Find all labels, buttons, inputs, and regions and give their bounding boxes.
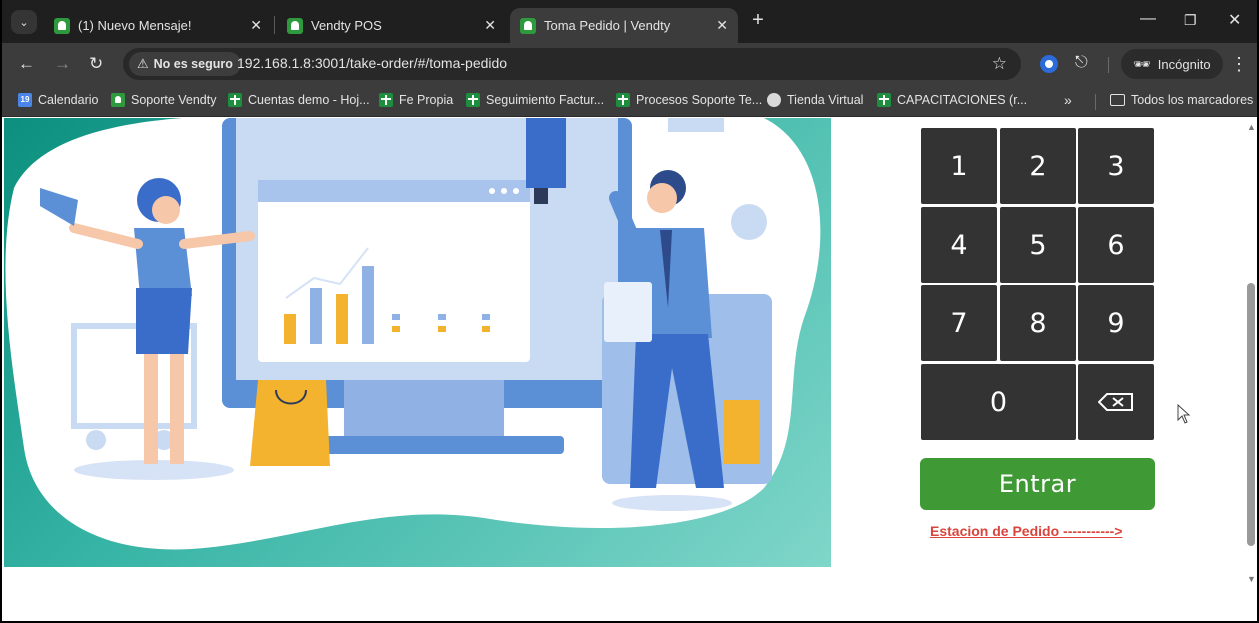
incognito-label: Incógnito <box>1157 56 1211 72</box>
new-tab-button[interactable]: + <box>748 10 768 30</box>
security-label: No es seguro <box>153 57 233 71</box>
scroll-down-arrow-icon[interactable]: ▼ <box>1247 574 1256 584</box>
extensions-puzzle-icon[interactable]: ⎋ <box>1075 54 1088 72</box>
key-8[interactable]: 8 <box>1000 285 1076 361</box>
bookmark-label: Fe Propia <box>399 93 454 107</box>
all-bookmarks-button[interactable]: Todos los marcadores <box>1110 93 1253 107</box>
backspace-button[interactable] <box>1078 364 1154 440</box>
bookmarks-divider <box>1095 94 1096 110</box>
bookmark-label: Cuentas demo - Hoj... <box>248 93 370 107</box>
browser-menu-icon[interactable]: ⋮ <box>1230 54 1248 75</box>
close-icon[interactable]: ✕ <box>484 17 496 34</box>
extension-icon[interactable] <box>1040 55 1058 73</box>
vendty-favicon-icon <box>54 17 70 34</box>
bookmark-star-icon[interactable]: ☆ <box>992 54 1007 74</box>
bookmark-label: Soporte Vendty <box>131 93 217 107</box>
tab-search-button[interactable]: ⌄ <box>11 10 37 34</box>
tab-toma-pedido[interactable]: Toma Pedido | Vendty ✕ <box>510 8 738 43</box>
key-1[interactable]: 1 <box>921 128 997 204</box>
sheets-icon <box>616 93 630 107</box>
bookmark-calendario[interactable]: 19 Calendario <box>18 93 98 107</box>
key-2[interactable]: 2 <box>1000 128 1076 204</box>
bookmark-seguimiento-factur[interactable]: Seguimiento Factur... <box>466 93 604 107</box>
vendty-favicon-icon <box>287 17 303 34</box>
close-icon[interactable]: ✕ <box>250 17 262 34</box>
key-5[interactable]: 5 <box>1000 207 1076 283</box>
browser-window: ⌄ (1) Nuevo Mensaje! ✕ Vendty POS ✕ Toma… <box>0 0 1259 623</box>
browser-toolbar: ← → ↻ ⚠ No es seguro 192.168.1.8:3001/ta… <box>2 43 1257 85</box>
tab-title: Toma Pedido | Vendty <box>544 18 671 33</box>
key-3[interactable]: 3 <box>1078 128 1154 204</box>
toolbar-divider <box>1108 57 1109 73</box>
restore-icon[interactable]: ❐ <box>1184 12 1197 29</box>
tab-title: Vendty POS <box>311 18 382 33</box>
forward-arrow-icon[interactable]: → <box>54 54 71 74</box>
bookmark-procesos-soporte[interactable]: Procesos Soporte Te... <box>616 93 762 107</box>
scroll-up-arrow-icon[interactable]: ▲ <box>1247 122 1256 132</box>
key-4[interactable]: 4 <box>921 207 997 283</box>
tab-nuevo-mensaje[interactable]: (1) Nuevo Mensaje! ✕ <box>44 8 272 43</box>
url-text[interactable]: 192.168.1.8:3001/take-order/#/toma-pedid… <box>237 55 507 71</box>
minimize-icon[interactable]: — <box>1140 10 1156 28</box>
bookmark-tienda-virtual[interactable]: Tienda Virtual <box>767 93 863 107</box>
bookmark-label: CAPACITACIONES (r... <box>897 93 1028 107</box>
all-bookmarks-label: Todos los marcadores <box>1131 93 1254 107</box>
hero-illustration <box>4 118 831 567</box>
bookmark-cuentas-demo[interactable]: Cuentas demo - Hoj... <box>228 93 370 107</box>
bookmark-label: Calendario <box>38 93 99 107</box>
sheets-icon <box>877 93 891 107</box>
bookmark-soporte-vendty[interactable]: Soporte Vendty <box>111 93 216 107</box>
close-icon[interactable]: ✕ <box>716 17 728 34</box>
bookmark-label: Procesos Soporte Te... <box>636 93 763 107</box>
key-0[interactable]: 0 <box>921 364 1076 440</box>
mouse-cursor-icon <box>1177 404 1191 424</box>
address-bar[interactable]: ⚠ No es seguro 192.168.1.8:3001/take-ord… <box>123 48 1021 80</box>
bookmark-label: Seguimiento Factur... <box>486 93 605 107</box>
sheets-icon <box>379 93 393 107</box>
vendty-icon <box>111 93 125 107</box>
calendar-icon: 19 <box>18 93 32 107</box>
folder-icon <box>1110 94 1125 106</box>
more-bookmarks-icon[interactable]: » <box>1064 92 1072 108</box>
key-9[interactable]: 9 <box>1078 285 1154 361</box>
order-station-link[interactable]: Estacion de Pedido -----------> <box>930 523 1146 539</box>
security-chip[interactable]: ⚠ No es seguro <box>129 52 241 76</box>
enter-button[interactable]: Entrar <box>920 458 1155 510</box>
tab-vendty-pos[interactable]: Vendty POS ✕ <box>277 8 506 43</box>
sales-illustration <box>5 118 821 550</box>
incognito-button[interactable]: 🕶 Incógnito <box>1121 49 1223 79</box>
bookmarks-bar: 19 Calendario Soporte Vendty Cuentas dem… <box>2 85 1257 117</box>
sheets-icon <box>228 93 242 107</box>
scrollbar-thumb[interactable] <box>1247 283 1255 546</box>
chevron-down-icon: ⌄ <box>19 16 29 29</box>
key-6[interactable]: 6 <box>1078 207 1154 283</box>
tab-title: (1) Nuevo Mensaje! <box>78 18 192 33</box>
back-arrow-icon[interactable]: ← <box>18 54 35 74</box>
vendty-favicon-icon <box>520 17 536 34</box>
page-scrollbar[interactable]: ▲ ▼ <box>1244 118 1257 588</box>
tab-divider <box>274 16 275 34</box>
bookmark-capacitaciones[interactable]: CAPACITACIONES (r... <box>877 93 1027 107</box>
tab-strip: ⌄ (1) Nuevo Mensaje! ✕ Vendty POS ✕ Toma… <box>2 0 1257 43</box>
bookmark-label: Tienda Virtual <box>787 93 864 107</box>
incognito-icon: 🕶 <box>1133 55 1151 72</box>
globe-icon <box>767 93 781 107</box>
bookmark-fe-propia[interactable]: Fe Propia <box>379 93 453 107</box>
sheets-icon <box>466 93 480 107</box>
key-7[interactable]: 7 <box>921 285 997 361</box>
window-close-icon[interactable]: ✕ <box>1228 10 1241 30</box>
backspace-icon <box>1098 393 1133 411</box>
warning-icon: ⚠ <box>137 56 149 71</box>
reload-icon[interactable]: ↻ <box>89 54 103 74</box>
page-content: 1 2 3 4 5 6 7 8 9 0 Entrar Estacion de P… <box>2 118 1257 621</box>
